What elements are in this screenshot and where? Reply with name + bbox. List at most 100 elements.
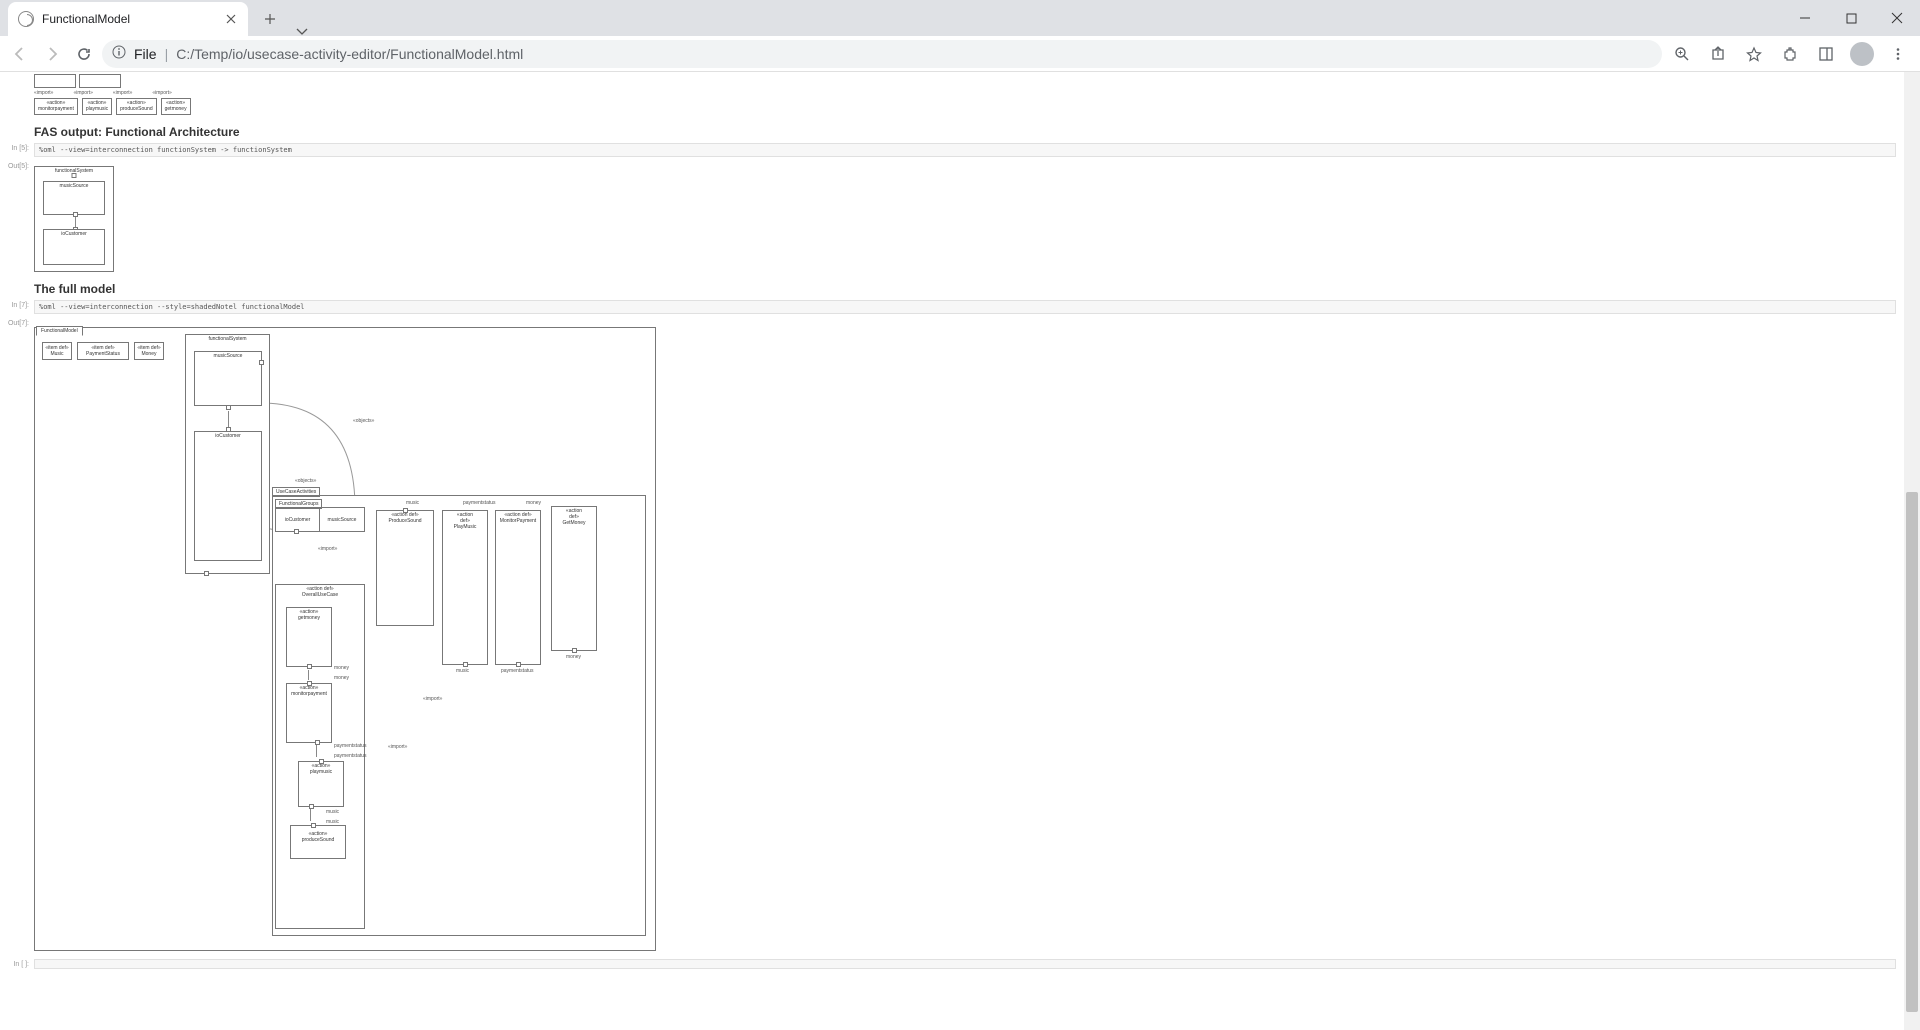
close-window-button[interactable] (1874, 0, 1920, 36)
box-label: «action»monitorpayment (291, 685, 327, 697)
flow-out-label: money (334, 665, 349, 671)
reload-button[interactable] (70, 40, 98, 68)
fg-col: ioCustomer (276, 508, 320, 531)
address-bar[interactable]: File | C:/Temp/io/usecase-activity-edito… (102, 40, 1662, 68)
port-label: paymentstatus (501, 668, 534, 674)
action-box: «action»getmoney (161, 98, 191, 115)
diagram-port (403, 508, 408, 513)
action-box: «action»produceSound (116, 98, 157, 115)
music-source-box: musicSource (194, 351, 262, 406)
avatar-icon (1850, 42, 1874, 66)
import-label: «import» (113, 90, 132, 96)
diagram-port (226, 405, 231, 410)
item-def-box: «item def»PaymentStatus (77, 342, 129, 360)
flow-out-label: music (326, 809, 339, 815)
import-label: «import» (152, 90, 171, 96)
diagram-port (72, 173, 77, 178)
back-button[interactable] (6, 40, 34, 68)
fas-diagram: functionalSystem musicSource ioCustomer (34, 166, 114, 272)
minimize-button[interactable] (1782, 0, 1828, 36)
flow-out-label: paymentstatus (334, 743, 367, 749)
seq-action-box: «action»getmoney (286, 607, 332, 667)
object-label: «objects» (295, 478, 316, 484)
box-label: «action def»PlayMusic (454, 512, 477, 530)
bookmark-icon[interactable] (1738, 38, 1770, 70)
browser-tab[interactable]: FunctionalModel (8, 2, 248, 36)
box-label: ioCustomer (215, 433, 241, 439)
diagram-port (204, 571, 209, 576)
code-input[interactable]: %oml --view=interconnection --style=shad… (34, 300, 1896, 314)
action-def-box: «action def»GetMoney (551, 506, 597, 651)
maximize-button[interactable] (1828, 0, 1874, 36)
diagram-port (572, 648, 577, 653)
cell-prompt: In [5]: (0, 143, 34, 152)
site-info-icon[interactable] (112, 45, 126, 62)
seq-action-box: «action»produceSound (290, 825, 346, 859)
url-scheme: File (134, 46, 157, 62)
diagram-port (311, 823, 316, 828)
action-box: «action»playmusic (82, 98, 112, 115)
output-prompt: Out[7]: (0, 318, 34, 327)
object-label: «objects» (353, 418, 374, 424)
extensions-icon[interactable] (1774, 38, 1806, 70)
browser-titlebar: FunctionalModel (0, 0, 1920, 36)
item-def-box: «item def»Music (42, 342, 72, 360)
fas-box: musicSource (43, 181, 105, 215)
flow-label: money (526, 500, 541, 506)
usecase-activities-box: UseCaseActivities FunctionalGroups ioCus… (272, 496, 646, 936)
sidepanel-icon[interactable] (1810, 38, 1842, 70)
box-label: ioCustomer (61, 231, 87, 237)
port-label: money (566, 654, 581, 660)
flow-label: music (406, 500, 419, 506)
overall-usecase-box: «action def»OverallUseCase «action»getmo… (275, 584, 365, 929)
cell-prompt: In [ ]: (0, 959, 34, 968)
diagram-port (319, 759, 324, 764)
vertical-scrollbar[interactable] (1904, 72, 1920, 1030)
section-heading-fas: FAS output: Functional Architecture (34, 125, 1920, 139)
output-prompt: Out[5]: (0, 161, 34, 170)
import-label: «import» (34, 90, 53, 96)
browser-toolbar: File | C:/Temp/io/usecase-activity-edito… (0, 36, 1920, 72)
action-box: «action»monitorpayment (34, 98, 78, 115)
functional-system-box: functionalSystem musicSource ioCustomer (185, 334, 270, 574)
code-cell: In [5]: %oml --view=interconnection func… (0, 143, 1920, 157)
code-cell: In [ ]: (0, 959, 1920, 969)
box-title: functionalSystem (208, 336, 246, 342)
diagram-port (516, 662, 521, 667)
profile-button[interactable] (1846, 38, 1878, 70)
diagram-port (259, 360, 264, 365)
connector-line (75, 217, 76, 227)
diagram-tab: FunctionalModel (36, 326, 83, 336)
seq-action-box: «action»monitorpayment (286, 683, 332, 743)
code-input[interactable]: %oml --view=interconnection functionSyst… (34, 143, 1896, 157)
close-tab-icon[interactable] (224, 12, 238, 26)
forward-button[interactable] (38, 40, 66, 68)
import-label: «import» (388, 744, 407, 750)
box-label: «action def»OverallUseCase (302, 586, 338, 598)
zoom-icon[interactable] (1666, 38, 1698, 70)
action-def-box: «action def»PlayMusic (442, 510, 488, 665)
flow-label: paymentstatus (463, 500, 496, 506)
scrollbar-thumb[interactable] (1906, 492, 1918, 1012)
box-label: «action»produceSound (302, 831, 335, 843)
tab-search-button[interactable] (284, 28, 320, 36)
menu-button[interactable] (1882, 38, 1914, 70)
share-icon[interactable] (1702, 38, 1734, 70)
flow-in-label: money (334, 675, 349, 681)
box-label: musicSource (214, 353, 243, 359)
code-input[interactable] (34, 959, 1896, 969)
box-label: «action»playmusic (310, 763, 332, 775)
fragment-box (34, 74, 76, 88)
fas-box: ioCustomer (43, 229, 105, 265)
port-label: music (456, 668, 469, 674)
page-content: «import» «import» «import» «import» «act… (0, 72, 1920, 1030)
new-tab-button[interactable] (256, 5, 284, 33)
io-customer-box: ioCustomer (194, 431, 262, 561)
box-label: «action»getmoney (298, 609, 320, 621)
diagram-port (307, 681, 312, 686)
diagram-fragment: «import» «import» «import» «import» «act… (34, 74, 1920, 115)
flow-in-label: paymentstatus (334, 753, 367, 759)
functional-groups-box: FunctionalGroups ioCustomer musicSource (275, 508, 365, 532)
seq-action-box: «action»playmusic (298, 761, 344, 807)
box-label: «action def»GetMoney (562, 508, 585, 526)
